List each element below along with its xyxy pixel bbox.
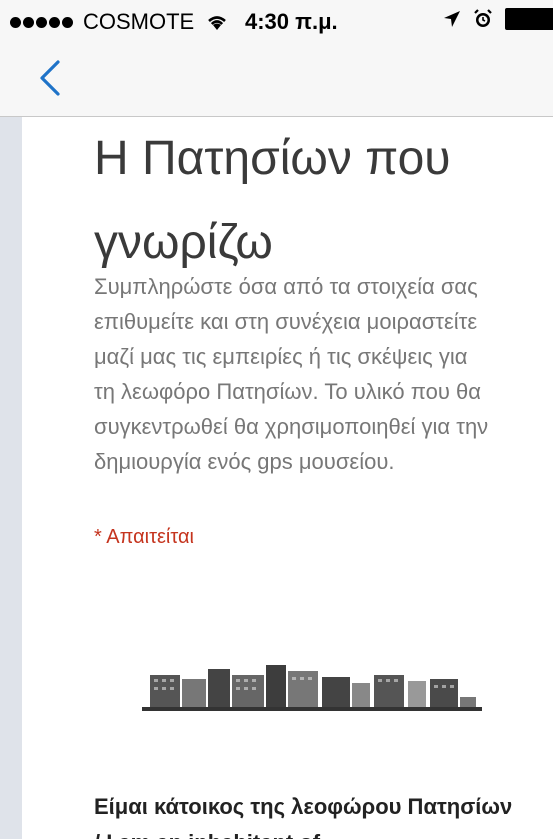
page-title: Η Πατησίων που γνωρίζω xyxy=(94,132,451,269)
buildings-banner-image xyxy=(142,665,482,711)
location-arrow-icon xyxy=(444,11,460,27)
wifi-icon xyxy=(208,16,227,30)
battery-icon xyxy=(505,8,553,30)
navigation-bar xyxy=(0,40,553,117)
form-description: Συμπληρώστε όσα από τα στοιχεία σας επιθ… xyxy=(94,274,489,474)
question-label: Είμαι κάτοικος της λεοφώρου Πατησίων / I… xyxy=(94,794,513,839)
status-bar-right xyxy=(443,8,553,30)
required-note: * Απαιτείται xyxy=(94,526,194,548)
status-time: 4:30 π.μ. xyxy=(245,9,338,34)
alarm-clock-icon xyxy=(474,9,492,27)
status-bar: COSMOTE 4:30 π.μ. xyxy=(0,0,553,40)
status-bar-left: COSMOTE xyxy=(10,9,228,35)
chevron-left-icon[interactable] xyxy=(36,58,62,98)
form-content[interactable]: Η Πατησίων που γνωρίζω Συμπληρώστε όσα α… xyxy=(22,117,553,839)
signal-dots-icon xyxy=(10,16,73,28)
carrier-name: COSMOTE xyxy=(83,9,195,34)
page-edge xyxy=(0,117,22,839)
